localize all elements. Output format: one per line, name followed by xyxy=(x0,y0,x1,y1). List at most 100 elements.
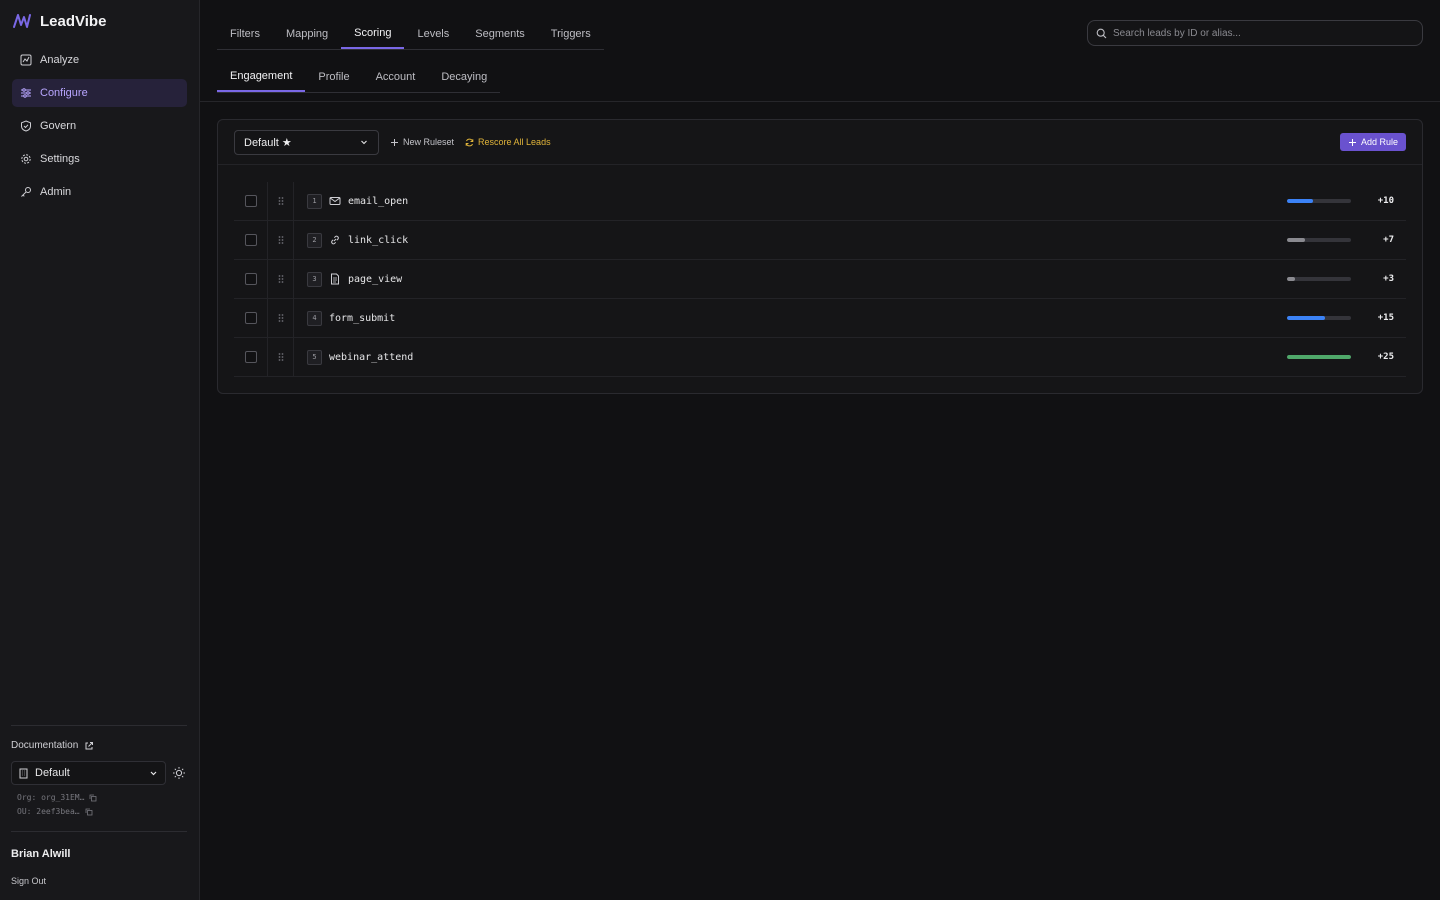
ou-id: OU: 2eef3bea… xyxy=(17,807,80,816)
file-icon xyxy=(329,273,341,285)
sidebar-item-configure[interactable]: Configure xyxy=(12,79,187,107)
row-checkbox[interactable] xyxy=(244,312,257,324)
rule-index: 1 xyxy=(307,193,322,209)
sliders-icon xyxy=(21,88,31,98)
tab-levels[interactable]: Levels xyxy=(404,18,462,49)
weight-bar-fill xyxy=(1287,238,1305,242)
documentation-link[interactable]: Documentation xyxy=(11,726,187,761)
table-row[interactable]: 5 webinar_attend +25 xyxy=(234,337,1406,377)
panel-header: Default ★ New Ruleset Rescore All Leads … xyxy=(218,120,1422,165)
sign-out-link[interactable]: Sign Out xyxy=(11,876,187,900)
tab-decaying[interactable]: Decaying xyxy=(428,62,500,92)
gear-icon xyxy=(21,154,31,164)
search-input[interactable] xyxy=(1113,27,1413,39)
drag-handle[interactable] xyxy=(268,298,294,338)
tab-triggers[interactable]: Triggers xyxy=(538,18,604,49)
weight-bar xyxy=(1287,199,1351,203)
main-content: Filters Mapping Scoring Levels Segments … xyxy=(200,0,1440,900)
tab-account[interactable]: Account xyxy=(363,62,429,92)
grip-icon xyxy=(278,275,283,283)
weight-bar-fill xyxy=(1287,199,1313,203)
tab-scoring[interactable]: Scoring xyxy=(341,18,405,49)
row-checkbox[interactable] xyxy=(244,195,257,207)
drag-handle[interactable] xyxy=(268,337,294,377)
documentation-label: Documentation xyxy=(11,740,79,751)
tab-engagement[interactable]: Engagement xyxy=(217,62,306,92)
sidebar-item-analyze[interactable]: Analyze xyxy=(12,46,187,74)
tab-segments[interactable]: Segments xyxy=(462,18,538,49)
new-ruleset-label: New Ruleset xyxy=(403,137,455,147)
rule-index: 2 xyxy=(307,232,322,248)
ou-row: Default xyxy=(11,761,187,785)
scoring-panel: Default ★ New Ruleset Rescore All Leads … xyxy=(217,119,1423,394)
tab-filters[interactable]: Filters xyxy=(217,18,273,49)
weight-bar-fill xyxy=(1287,316,1326,320)
key-icon xyxy=(21,187,31,197)
row-checkbox[interactable] xyxy=(244,351,257,363)
tab-mapping[interactable]: Mapping xyxy=(273,18,341,49)
weight-bar xyxy=(1287,238,1351,242)
sun-icon[interactable] xyxy=(172,766,186,780)
chevron-down-icon xyxy=(150,771,157,775)
brand[interactable]: LeadVibe xyxy=(12,0,187,42)
org-id-line: Org: org_31EM… xyxy=(17,791,187,805)
search-box[interactable] xyxy=(1087,20,1423,46)
secondary-tabs: Engagement Profile Account Decaying xyxy=(217,62,501,93)
sidebar-item-govern[interactable]: Govern xyxy=(12,112,187,140)
rescore-all-button[interactable]: Rescore All Leads xyxy=(465,137,551,147)
rule-name: page_view xyxy=(348,273,403,285)
rule-name: link_click xyxy=(348,234,409,246)
row-checkbox[interactable] xyxy=(244,273,257,285)
table-row[interactable]: 4 form_submit +15 xyxy=(234,298,1406,338)
primary-tabs: Filters Mapping Scoring Levels Segments … xyxy=(217,18,604,50)
row-select-cell xyxy=(234,337,268,377)
ruleset-select[interactable]: Default ★ xyxy=(234,129,379,155)
table-row[interactable]: 3 page_view +3 xyxy=(234,259,1406,299)
plus-icon xyxy=(391,138,398,146)
logo-icon xyxy=(13,14,31,28)
tab-profile[interactable]: Profile xyxy=(305,62,362,92)
link-icon xyxy=(329,234,341,246)
row-checkbox[interactable] xyxy=(244,234,257,246)
row-select-cell xyxy=(234,220,268,260)
sidebar-item-label: Settings xyxy=(40,153,80,165)
table-row[interactable]: 1 email_open +10 xyxy=(234,181,1406,221)
drag-handle[interactable] xyxy=(268,220,294,260)
copy-icon[interactable] xyxy=(89,794,97,802)
new-ruleset-button[interactable]: New Ruleset xyxy=(390,137,454,147)
org-id: Org: org_31EM… xyxy=(17,793,85,802)
org-ids: Org: org_31EM… OU: 2eef3bea… xyxy=(11,785,187,831)
sidebar-item-admin[interactable]: Admin xyxy=(12,178,187,206)
rule-index: 4 xyxy=(307,310,322,326)
refresh-icon xyxy=(465,138,474,146)
add-rule-label: Add Rule xyxy=(1360,137,1398,147)
weight-bar xyxy=(1287,355,1351,359)
search-icon xyxy=(1096,28,1107,38)
rule-points: +7 xyxy=(1383,235,1394,245)
rules-list: 1 email_open +10 2 link_click +7 3 page_… xyxy=(234,181,1406,377)
sidebar-footer: Documentation Default Org: org_31EM… OU:… xyxy=(11,725,187,900)
table-row[interactable]: 2 link_click +7 xyxy=(234,220,1406,260)
ou-select-value: Default xyxy=(35,767,70,779)
rule-name: form_submit xyxy=(329,312,396,324)
building-icon xyxy=(19,768,28,778)
grip-icon xyxy=(278,197,283,205)
drag-handle[interactable] xyxy=(268,259,294,299)
rule-name: webinar_attend xyxy=(329,351,414,363)
sidebar-item-label: Admin xyxy=(40,186,72,198)
drag-handle[interactable] xyxy=(268,181,294,221)
shield-icon xyxy=(21,120,31,132)
grip-icon xyxy=(278,236,283,244)
plus-icon xyxy=(1348,138,1356,146)
ou-select[interactable]: Default xyxy=(11,761,166,785)
sidebar-nav: Analyze Configure Govern Settings Admin xyxy=(12,46,187,206)
weight-bar-fill xyxy=(1287,277,1295,281)
app-root: LeadVibe Analyze Configure Govern Settin… xyxy=(0,0,1440,900)
copy-icon[interactable] xyxy=(85,808,93,816)
rule-points: +15 xyxy=(1377,313,1394,323)
sidebar-item-settings[interactable]: Settings xyxy=(12,145,187,173)
ou-id-line: OU: 2eef3bea… xyxy=(17,805,187,819)
weight-bar-fill xyxy=(1287,355,1351,359)
row-select-cell xyxy=(234,298,268,338)
add-rule-button[interactable]: Add Rule xyxy=(1339,133,1406,151)
